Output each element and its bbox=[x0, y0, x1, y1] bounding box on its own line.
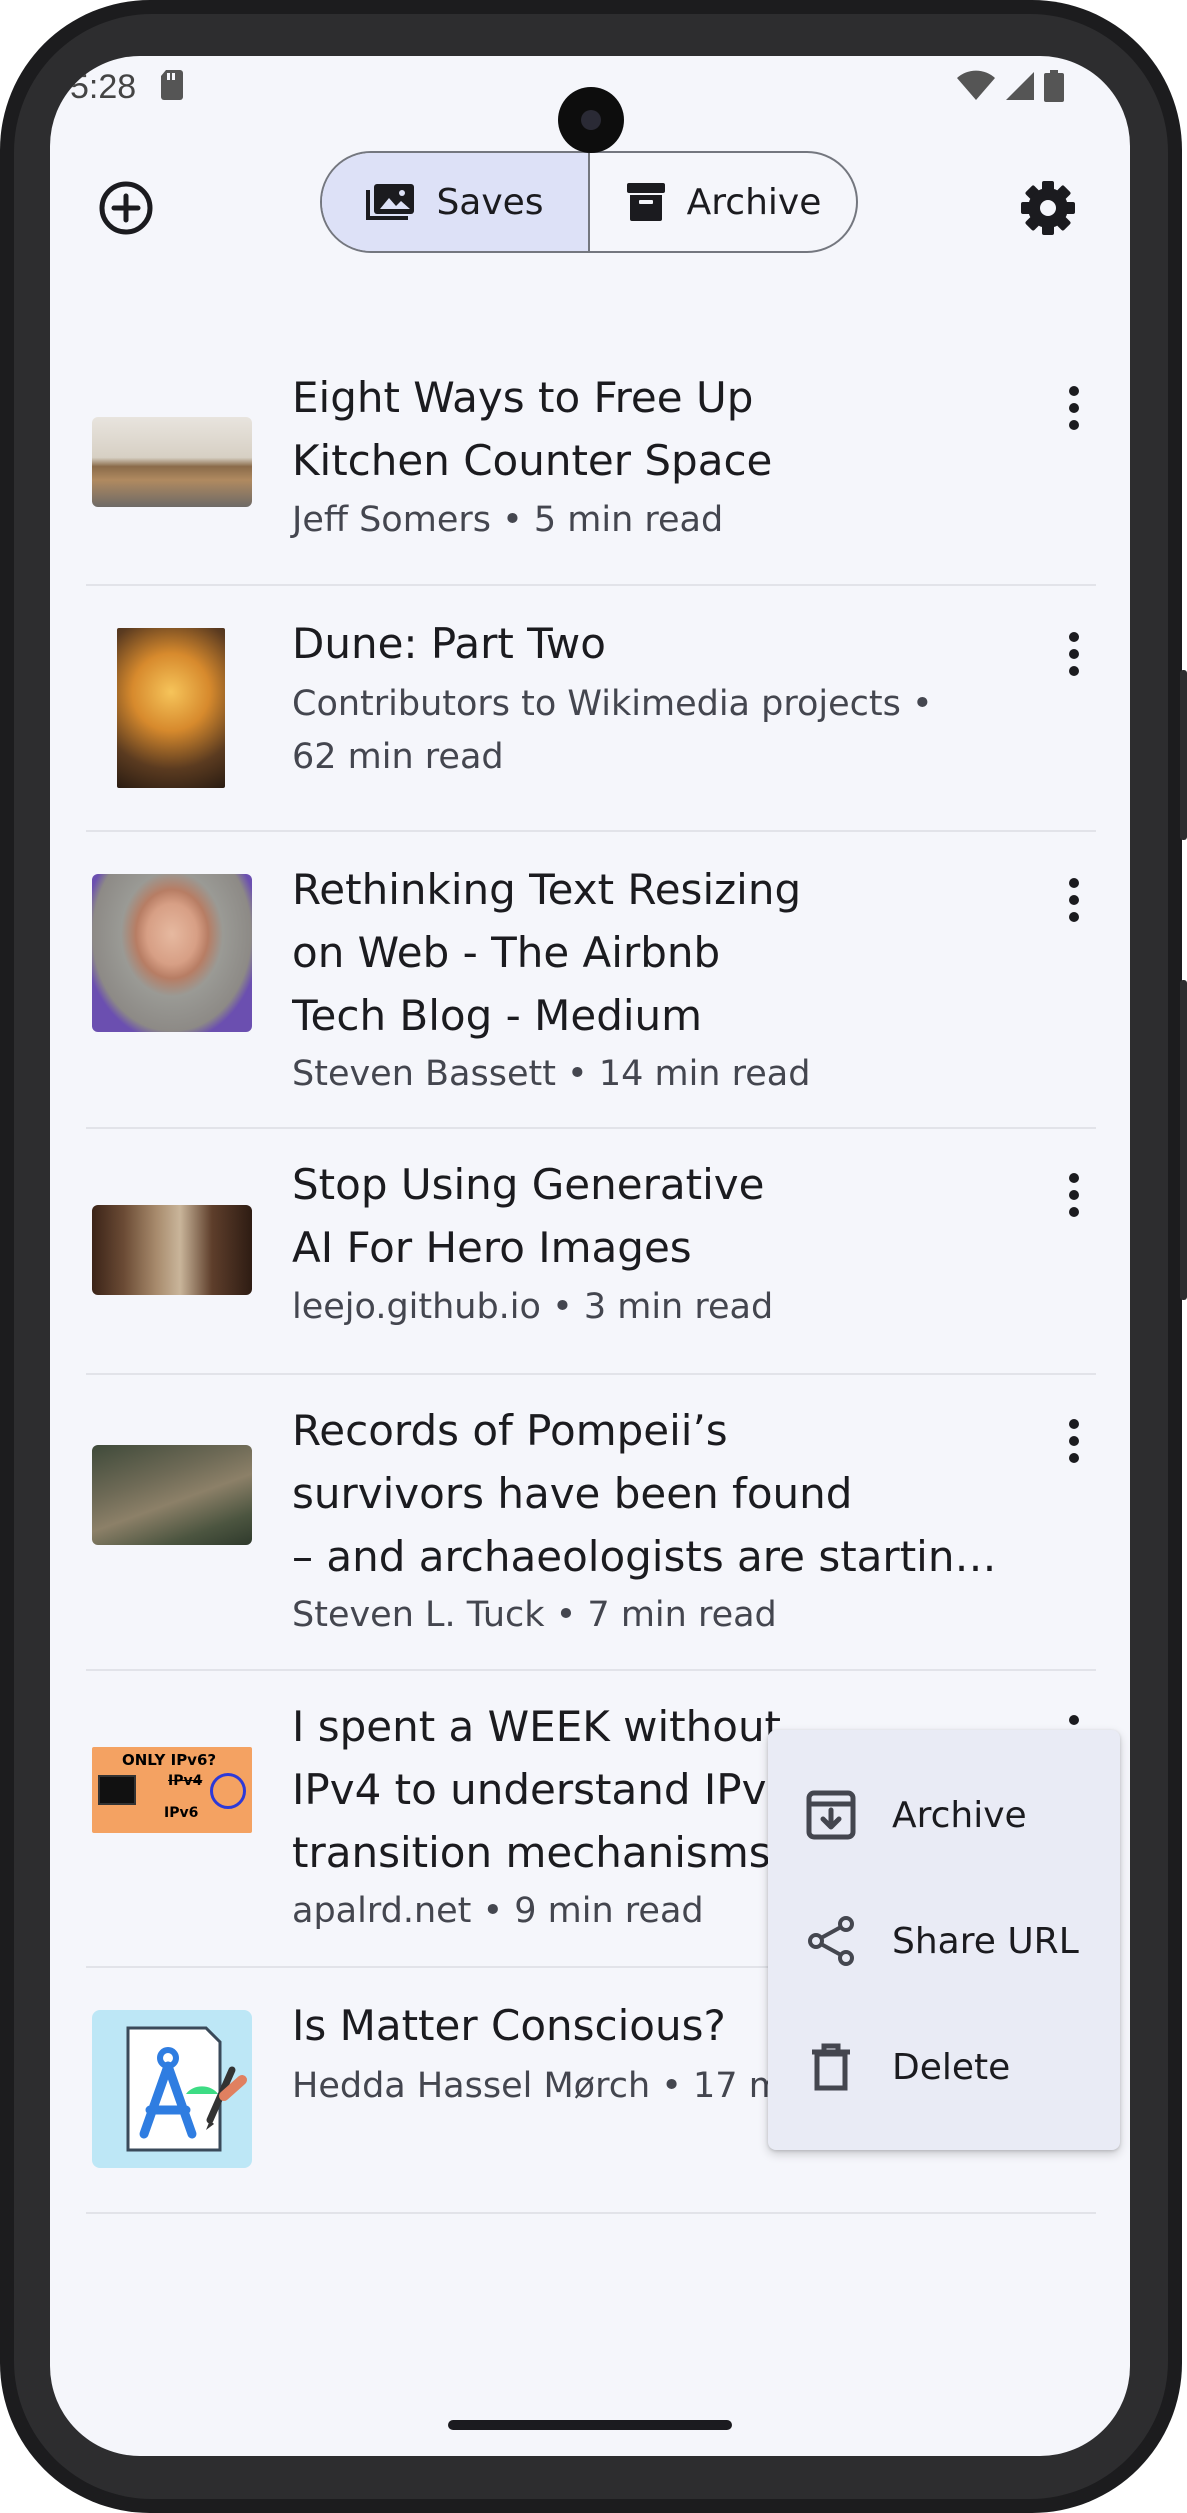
article-thumbnail bbox=[92, 2010, 252, 2168]
tab-archive[interactable]: Archive bbox=[588, 153, 856, 251]
article-meta: leejo.github.io • 3 min read bbox=[292, 1287, 774, 1327]
article-context-menu: Archive Share URL Delete bbox=[768, 1730, 1120, 2150]
more-options-button[interactable] bbox=[1062, 1419, 1086, 1469]
thumbnail-caption: IPv6 bbox=[164, 1805, 199, 1821]
article-title: Dune: Part Two bbox=[292, 619, 606, 668]
wifi-icon bbox=[956, 70, 996, 106]
share-icon bbox=[808, 1916, 854, 1966]
list-item[interactable]: Eight Ways to Free Up Kitchen Counter Sp… bbox=[86, 356, 1096, 586]
menu-item-delete[interactable]: Delete bbox=[768, 2004, 1120, 2130]
more-options-button[interactable] bbox=[1062, 1173, 1086, 1223]
add-circle-icon bbox=[99, 181, 153, 235]
article-thumbnail: ONLY IPv6? IPv4 IPv6 bbox=[92, 1747, 252, 1833]
settings-button[interactable] bbox=[1016, 176, 1080, 240]
photo-library-icon bbox=[366, 184, 415, 220]
thumbnail-caption: ONLY IPv6? bbox=[122, 1751, 217, 1769]
article-meta: Steven Bassett • 14 min read bbox=[292, 1054, 811, 1094]
menu-item-label: Share URL bbox=[892, 1920, 1079, 1962]
trash-icon bbox=[812, 2043, 850, 2091]
more-options-button[interactable] bbox=[1062, 878, 1086, 928]
power-button bbox=[1180, 980, 1187, 1300]
article-meta: Steven L. Tuck • 7 min read bbox=[292, 1595, 777, 1635]
add-article-button[interactable] bbox=[94, 176, 158, 240]
more-options-button[interactable] bbox=[1062, 386, 1086, 436]
phone-device: 5:28 Saves Archive Eight Ways to Free Up… bbox=[0, 0, 1187, 2513]
archive-down-icon bbox=[806, 1790, 856, 1840]
article-title: Stop Using Generative AI For Hero Images bbox=[292, 1160, 765, 1272]
android-studio-logo bbox=[126, 2026, 247, 2152]
gear-icon bbox=[1021, 181, 1075, 235]
signal-icon bbox=[1004, 70, 1036, 106]
tab-saves[interactable]: Saves bbox=[322, 153, 588, 251]
list-item[interactable]: Records of Pompeii’s survivors have been… bbox=[86, 1375, 1096, 1671]
sd-card-icon bbox=[160, 70, 184, 104]
volume-button bbox=[1180, 670, 1187, 840]
thumbnail-caption: IPv4 bbox=[168, 1773, 203, 1789]
article-thumbnail bbox=[92, 874, 252, 1032]
article-title: Rethinking Text Resizing on Web - The Ai… bbox=[292, 865, 802, 1040]
saves-archive-toggle: Saves Archive bbox=[320, 151, 858, 253]
list-item[interactable]: Rethinking Text Resizing on Web - The Ai… bbox=[86, 832, 1096, 1129]
article-title: Records of Pompeii’s survivors have been… bbox=[292, 1406, 997, 1581]
article-title: Eight Ways to Free Up Kitchen Counter Sp… bbox=[292, 373, 773, 485]
list-item[interactable]: Dune: Part Two Contributors to Wikimedia… bbox=[86, 586, 1096, 832]
article-thumbnail bbox=[92, 1445, 252, 1545]
battery-icon bbox=[1044, 70, 1064, 106]
article-thumbnail bbox=[117, 628, 225, 788]
status-icons bbox=[956, 70, 1064, 106]
article-thumbnail bbox=[92, 417, 252, 507]
article-meta: Jeff Somers • 5 min read bbox=[292, 500, 724, 540]
menu-item-label: Archive bbox=[892, 1794, 1027, 1836]
gesture-home-bar[interactable] bbox=[448, 2420, 732, 2430]
more-options-button[interactable] bbox=[1062, 632, 1086, 682]
status-time: 5:28 bbox=[70, 68, 137, 106]
list-item[interactable]: Stop Using Generative AI For Hero Images… bbox=[86, 1129, 1096, 1375]
article-thumbnail bbox=[92, 1205, 252, 1295]
menu-item-archive[interactable]: Archive bbox=[768, 1752, 1120, 1878]
app-screen: 5:28 Saves Archive Eight Ways to Free Up… bbox=[50, 56, 1130, 2456]
archive-box-icon bbox=[626, 183, 665, 221]
menu-item-share-url[interactable]: Share URL bbox=[768, 1878, 1120, 2004]
front-camera bbox=[558, 87, 624, 153]
tab-archive-label: Archive bbox=[686, 181, 822, 223]
tab-saves-label: Saves bbox=[436, 181, 544, 223]
article-meta: Contributors to Wikimedia projects • 62 … bbox=[292, 684, 933, 777]
divider bbox=[86, 2212, 1096, 2214]
menu-item-label: Delete bbox=[892, 2046, 1011, 2088]
